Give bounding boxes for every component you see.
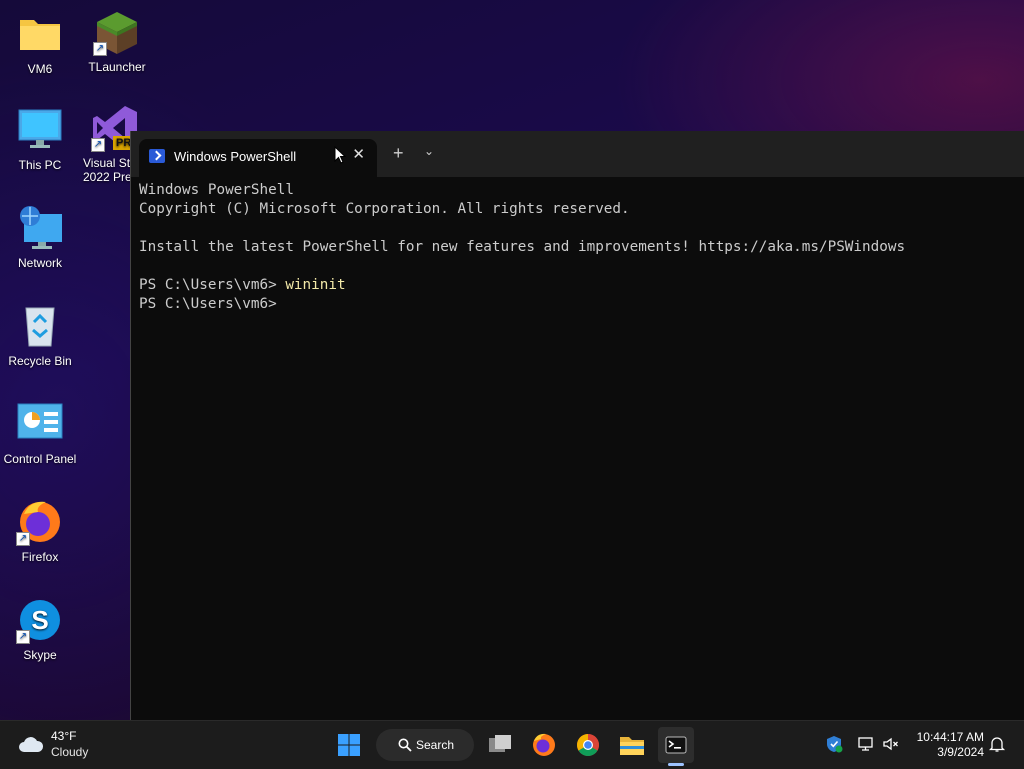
task-view-button[interactable] [482,727,518,763]
desktop-icon-label: Network [17,256,62,270]
firefox-icon: ↗ [16,498,64,546]
desktop-icon-label: Firefox [21,550,59,564]
powershell-icon [149,149,165,163]
task-view-icon [489,735,511,752]
new-tab-button[interactable]: + [393,143,404,164]
shortcut-arrow-icon: ↗ [16,532,30,546]
chrome-icon [577,734,599,756]
search-icon [398,738,412,752]
command-text: wininit [285,277,346,293]
console-output[interactable]: Windows PowerShell Copyright (C) Microsof… [139,181,1024,314]
shortcut-arrow-icon: ↗ [16,630,30,644]
desktop-icon-label: TLauncher [88,60,146,74]
taskbar-terminal-button[interactable] [658,727,694,766]
network-globe-icon [16,204,64,252]
desktop-icon-label: Recycle Bin [8,354,72,368]
recycle-bin-icon [16,302,64,350]
desktop-icon-this-pc[interactable]: This PC [0,106,80,172]
file-explorer-icon [620,737,644,755]
shortcut-arrow-icon: ↗ [93,42,107,56]
control-panel-icon [16,400,64,448]
desktop-icon-network[interactable]: Network [0,204,80,270]
weather-temperature: 43°F [51,729,77,743]
weather-widget[interactable]: 43°F Cloudy [18,729,128,763]
console-line: ​ [139,219,1024,238]
svg-text:S: S [31,605,48,635]
console-prompt-line: PS C:\Users\vm6> [139,296,277,312]
desktop-icon-firefox[interactable]: ↗ Firefox [0,498,80,564]
taskbar-firefox-button[interactable] [526,727,562,763]
clock-date: 3/9/2024 [937,745,984,759]
console-line: Install the latest PowerShell for new fe… [139,239,906,255]
terminal-window[interactable]: Windows PowerShell ✕ + ⌄ Windows PowerSh… [130,131,1024,720]
network-icon[interactable] [857,735,875,753]
taskbar-search-button[interactable]: Search [376,729,474,761]
console-line: Windows PowerShell [139,182,294,198]
start-icon [338,734,360,756]
search-label: Search [416,738,455,752]
terminal-titlebar[interactable]: Windows PowerShell ✕ + ⌄ [131,131,1024,177]
mouse-cursor-icon [334,146,346,164]
console-line: ​ [139,257,1024,276]
desktop-icon-skype[interactable]: S ↗ Skype [0,596,80,662]
desktop-icon-label: This PC [18,158,62,172]
firefox-icon [533,733,555,756]
desktop-icon-tlauncher[interactable]: ↗ TLauncher [77,8,157,74]
desktop-icon-vm6[interactable]: VM6 [0,10,80,76]
skype-icon: S ↗ [16,596,64,644]
desktop-icon-label: VM6 [27,62,53,76]
clock-time: 10:44:17 AM [916,730,984,744]
taskbar-file-explorer-button[interactable] [614,727,650,763]
system-clock[interactable]: 10:44:17 AM 3/9/2024 [910,730,984,760]
taskbar: 43°F Cloudy Search 10:44:17 AM 3/9/2024 [0,720,1024,769]
notification-bell-icon[interactable] [988,735,1006,753]
desktop-icon-control-panel[interactable]: Control Panel [0,400,80,466]
desktop-icon-recycle-bin[interactable]: Recycle Bin [0,302,80,368]
weather-condition: Cloudy [51,745,89,759]
security-shield-icon[interactable] [825,735,843,753]
folder-icon [16,10,64,58]
taskbar-chrome-button[interactable] [570,727,606,763]
cloud-icon [19,737,44,752]
desktop-icon-label: Control Panel [3,452,77,466]
grass-block-icon: ↗ [93,8,141,56]
prompt: PS C:\Users\vm6> [139,277,286,293]
start-button[interactable] [331,727,367,763]
monitor-icon [16,106,64,154]
chevron-down-icon[interactable]: ⌄ [424,144,434,158]
close-tab-icon[interactable]: ✕ [352,145,365,163]
shortcut-arrow-icon: ↗ [91,138,105,152]
tab-title: Windows PowerShell [174,149,297,164]
desktop-icon-label: Skype [23,648,57,662]
console-line: Copyright (C) Microsoft Corporation. All… [139,201,630,217]
console-prompt-line: PS C:\Users\vm6> wininit [139,276,1024,295]
volume-muted-icon[interactable] [882,735,900,753]
terminal-icon [665,736,687,754]
